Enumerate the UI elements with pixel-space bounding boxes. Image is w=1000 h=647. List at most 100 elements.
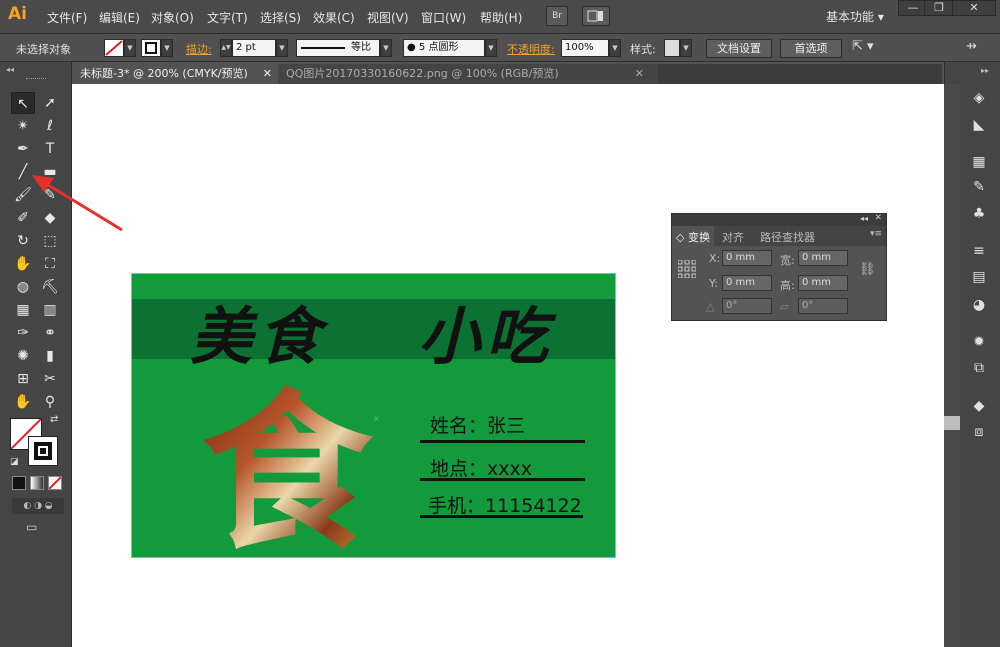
- workspace-switcher[interactable]: 基本功能 ▾: [826, 8, 884, 25]
- shape-builder-tool-icon[interactable]: ◍: [11, 276, 35, 298]
- arrange-options-icon[interactable]: ⇱ ▾: [852, 39, 874, 54]
- fill-dropdown[interactable]: ▼: [124, 39, 136, 57]
- rotate-angle-field[interactable]: 0°: [722, 298, 772, 314]
- column-graph-tool-icon[interactable]: ▮: [38, 345, 62, 367]
- arrange-documents-button[interactable]: [582, 6, 610, 26]
- symbol-sprayer-tool-icon[interactable]: ✺: [11, 345, 35, 367]
- stroke-color-swatch[interactable]: [28, 436, 58, 466]
- menu-view[interactable]: 视图(V): [367, 9, 409, 26]
- graphic-styles-panel-icon[interactable]: ⧉: [962, 357, 996, 379]
- warp-tool-icon[interactable]: ✋: [11, 253, 35, 275]
- stroke-weight-dropdown[interactable]: ▼: [276, 39, 288, 57]
- grip-icon[interactable]: [26, 78, 46, 80]
- vertical-scrollbar[interactable]: [944, 84, 960, 647]
- none-mode-icon[interactable]: [48, 476, 62, 490]
- shear-angle-field[interactable]: 0°: [798, 298, 848, 314]
- perspective-grid-tool-icon[interactable]: ▦: [11, 299, 35, 321]
- panel-menu-icon[interactable]: ⇸: [966, 39, 977, 54]
- layers-panel-icon[interactable]: ◆: [962, 395, 996, 417]
- eyedropper-tool-icon[interactable]: ✑: [11, 322, 35, 344]
- menu-select[interactable]: 选择(S): [260, 9, 301, 26]
- stroke-label[interactable]: 描边:: [186, 41, 212, 57]
- restore-button[interactable]: ❐: [924, 0, 954, 16]
- document-setup-button[interactable]: 文档设置: [706, 39, 772, 58]
- color-panel-icon[interactable]: ◈: [962, 87, 996, 109]
- menu-object[interactable]: 对象(O): [151, 9, 194, 26]
- hand-tool-icon[interactable]: ✋: [11, 391, 35, 413]
- screen-mode-icon[interactable]: ▭: [26, 520, 46, 536]
- business-card[interactable]: 美食 小吃 食 × 姓名：张三 地点：xxxx 手机：11154122: [131, 273, 616, 558]
- panel-collapse-icon[interactable]: ◂◂: [860, 214, 868, 223]
- direct-selection-tool-icon[interactable]: ➚: [38, 92, 62, 114]
- menu-type[interactable]: 文字(T): [207, 9, 248, 26]
- tab-transform[interactable]: ◇ 变换: [672, 226, 714, 246]
- x-field[interactable]: 0 mm: [722, 250, 772, 266]
- stroke-dropdown[interactable]: ▼: [161, 39, 173, 57]
- panel-close-icon[interactable]: ✕: [874, 213, 882, 223]
- free-transform-tool-icon[interactable]: ⛶: [38, 253, 62, 275]
- lasso-tool-icon[interactable]: ℓ: [38, 115, 62, 137]
- blend-tool-icon[interactable]: ⚭: [38, 322, 62, 344]
- gradient-panel-icon[interactable]: ▤: [962, 266, 996, 288]
- stroke-swatch[interactable]: [141, 39, 161, 57]
- drawing-modes-icon[interactable]: ◐ ◑ ◒: [12, 498, 64, 514]
- magic-wand-tool-icon[interactable]: ✴: [11, 115, 35, 137]
- transparency-panel-icon[interactable]: ◕: [962, 294, 996, 316]
- gradient-mode-icon[interactable]: [30, 476, 44, 490]
- menu-effect[interactable]: 效果(C): [313, 9, 355, 26]
- tab-close-icon[interactable]: ✕: [635, 64, 644, 84]
- panel-titlebar[interactable]: ◂◂ ✕: [672, 213, 886, 226]
- tab-align[interactable]: 对齐: [722, 229, 744, 245]
- color-guide-panel-icon[interactable]: ◣: [962, 114, 996, 136]
- opacity-field[interactable]: 100%: [561, 39, 609, 57]
- expand-dock-icon[interactable]: ▸▸: [981, 66, 989, 75]
- stroke-panel-icon[interactable]: ≡: [962, 240, 996, 262]
- menu-window[interactable]: 窗口(W): [421, 9, 466, 26]
- height-field[interactable]: 0 mm: [798, 275, 848, 291]
- pen-tool-icon[interactable]: ✒: [11, 138, 35, 160]
- collapse-icon[interactable]: ◂◂: [6, 65, 14, 74]
- preferences-button[interactable]: 首选项: [780, 39, 842, 58]
- brush-dropdown[interactable]: ▼: [485, 39, 497, 57]
- bridge-button[interactable]: Br: [546, 6, 568, 26]
- slice-tool-icon[interactable]: ✂: [38, 368, 62, 390]
- constrain-proportions-icon[interactable]: ⛓: [859, 262, 876, 277]
- panel-menu-icon[interactable]: ▾≡: [870, 229, 882, 239]
- style-dropdown[interactable]: ▼: [680, 39, 692, 57]
- live-paint-tool-icon[interactable]: ⛏: [38, 276, 62, 298]
- tab-document-2[interactable]: QQ图片20170330160622.png @ 100% (RGB/预览) ✕: [278, 64, 658, 84]
- symbols-panel-icon[interactable]: ♣: [962, 203, 996, 225]
- fill-swatch[interactable]: [104, 39, 124, 57]
- close-button[interactable]: ✕: [952, 0, 996, 16]
- gradient-tool-icon[interactable]: ▥: [38, 299, 62, 321]
- appearance-panel-icon[interactable]: ✹: [962, 331, 996, 353]
- tab-document-1[interactable]: 未标题-3* @ 200% (CMYK/预览) ✕: [72, 64, 278, 84]
- default-colors-icon[interactable]: ◪: [10, 457, 19, 467]
- opacity-label[interactable]: 不透明度:: [507, 41, 555, 57]
- brush-field[interactable]: ● 5 点圆形: [403, 39, 485, 57]
- width-field[interactable]: 0 mm: [798, 250, 848, 266]
- stroke-profile-field[interactable]: 等比: [296, 39, 380, 57]
- artboard-tool-icon[interactable]: ⊞: [11, 368, 35, 390]
- scrollbar-thumb[interactable]: [944, 416, 960, 430]
- stroke-weight-field[interactable]: 2 pt: [232, 39, 276, 57]
- swatches-panel-icon[interactable]: ▦: [962, 151, 996, 173]
- brushes-panel-icon[interactable]: ✎: [962, 176, 996, 198]
- selection-tool-icon[interactable]: ↖: [11, 92, 35, 114]
- artboards-panel-icon[interactable]: ⧈: [962, 421, 996, 443]
- tab-close-icon[interactable]: ✕: [263, 64, 272, 84]
- y-field[interactable]: 0 mm: [722, 275, 772, 291]
- style-swatch[interactable]: [664, 39, 680, 57]
- stroke-stepper[interactable]: ▲▼: [220, 39, 232, 57]
- menu-help[interactable]: 帮助(H): [480, 9, 522, 26]
- swap-colors-icon[interactable]: ⇄: [50, 414, 58, 425]
- menu-file[interactable]: 文件(F): [47, 9, 87, 26]
- stroke-profile-dropdown[interactable]: ▼: [380, 39, 392, 57]
- color-mode-icon[interactable]: [12, 476, 26, 490]
- zoom-tool-icon[interactable]: ⚲: [38, 391, 62, 413]
- menu-edit[interactable]: 编辑(E): [99, 9, 140, 26]
- tab-pathfinder[interactable]: 路径查找器: [760, 229, 815, 245]
- opacity-dropdown[interactable]: ▼: [609, 39, 621, 57]
- type-tool-icon[interactable]: T: [38, 138, 62, 160]
- reference-point-icon[interactable]: [678, 260, 696, 278]
